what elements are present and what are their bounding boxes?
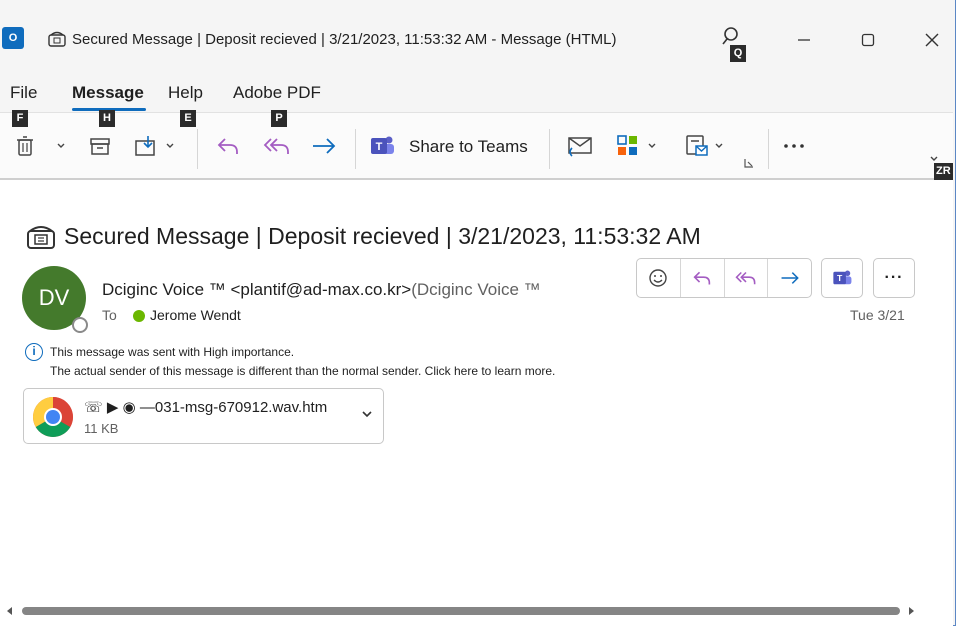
delete-dropdown[interactable] — [54, 139, 68, 153]
tab-message[interactable]: Message — [72, 83, 144, 103]
reading-pane: Secured Message | Deposit recieved | 3/2… — [0, 180, 953, 626]
window-title: Secured Message | Deposit recieved | 3/2… — [72, 31, 617, 48]
inline-forward-button[interactable] — [768, 259, 811, 297]
move-button[interactable] — [133, 133, 159, 159]
minimize-button[interactable] — [782, 20, 826, 60]
keytip-file: F — [12, 110, 28, 127]
ribbon-more-button[interactable] — [779, 133, 809, 159]
mark-unread-button[interactable] — [565, 133, 595, 159]
ribbon: F H E P T Share to Teams ZR — [0, 110, 953, 180]
categorize-button[interactable] — [614, 132, 642, 160]
message-subject: Secured Message | Deposit recieved | 3/2… — [64, 223, 701, 249]
more-options-icon — [784, 144, 804, 148]
chevron-down-icon — [57, 143, 65, 148]
save-mail-icon — [686, 135, 708, 156]
scroll-right-icon[interactable] — [906, 606, 916, 616]
tab-adobe-pdf[interactable]: Adobe PDF — [233, 83, 321, 103]
outlook-message-window: O Secured Message | Deposit recieved | 3… — [0, 0, 956, 626]
chevron-down-icon — [166, 143, 174, 148]
maximize-button[interactable] — [846, 20, 890, 60]
categorize-grid-icon — [617, 135, 637, 155]
microsoft-teams-icon: T — [371, 136, 394, 154]
ribbon-divider — [768, 129, 769, 169]
presence-status-icon — [72, 317, 88, 333]
tab-file[interactable]: File — [10, 83, 37, 103]
title-bar: O Secured Message | Deposit recieved | 3… — [0, 0, 956, 80]
ribbon-divider — [197, 129, 198, 169]
search-button[interactable]: Q — [720, 26, 748, 64]
svg-text:T: T — [376, 141, 383, 153]
archive-button[interactable] — [87, 133, 113, 159]
move-to-folder-icon — [135, 136, 155, 156]
phone-icon — [48, 31, 66, 47]
share-to-teams-button[interactable]: Share to Teams — [409, 137, 528, 157]
dialog-launcher-icon — [744, 159, 753, 168]
chevron-down-icon — [648, 143, 656, 148]
sender-display-tail: (Dciginc Voice ™ — [411, 280, 541, 299]
inline-share-teams-button[interactable]: T — [821, 258, 863, 298]
to-label: To — [102, 307, 117, 323]
scrollbar-thumb[interactable] — [22, 607, 900, 615]
inline-more-button[interactable]: ··· — [873, 258, 915, 298]
recipient-name[interactable]: Jerome Wendt — [150, 307, 241, 323]
reply-button[interactable] — [214, 133, 242, 159]
forward-button[interactable] — [310, 133, 338, 159]
keytip-ribbon: ZR — [934, 163, 953, 180]
reply-all-button[interactable] — [262, 133, 292, 159]
categorize-dropdown[interactable] — [645, 139, 659, 153]
horizontal-scrollbar[interactable] — [0, 604, 925, 618]
attachment-card[interactable]: ☏ ▶ ◉ —031-msg-670912.wav.htm 11 KB — [23, 388, 384, 444]
keytip-message: H — [99, 110, 115, 127]
attachment-size: 11 KB — [84, 421, 119, 436]
reply-all-icon — [735, 271, 756, 285]
delete-button[interactable] — [12, 133, 38, 159]
group-launcher-button[interactable] — [743, 157, 755, 169]
scroll-left-icon[interactable] — [5, 606, 15, 616]
info-icon: i — [25, 343, 43, 361]
trash-icon — [17, 136, 33, 156]
sender-address[interactable]: Dciginc Voice ™ <plantif@ad-max.co.kr> — [102, 280, 411, 299]
inline-reply-button[interactable] — [681, 259, 725, 297]
teams-icon-button[interactable]: T — [367, 132, 397, 160]
chevron-down-icon — [930, 156, 938, 161]
save-dropdown[interactable] — [712, 139, 726, 153]
chevron-down-icon — [715, 143, 723, 148]
smiley-icon — [649, 269, 668, 287]
svg-text:T: T — [837, 273, 843, 283]
close-button[interactable] — [910, 20, 954, 60]
close-icon — [925, 33, 939, 47]
keytip-search: Q — [730, 45, 746, 62]
move-dropdown[interactable] — [163, 139, 177, 153]
react-button[interactable] — [637, 259, 681, 297]
outlook-app-icon[interactable]: O — [2, 27, 24, 49]
reply-all-icon — [263, 138, 289, 154]
attachment-name: ☏ ▶ ◉ —031-msg-670912.wav.htm — [84, 399, 328, 416]
reply-icon — [217, 138, 238, 154]
ribbon-divider — [355, 129, 356, 169]
keytip-help: E — [180, 110, 196, 127]
ribbon-divider — [549, 129, 550, 169]
chevron-down-icon[interactable] — [360, 407, 374, 421]
sender-name[interactable]: Dciginc Voice ™ <plantif@ad-max.co.kr>(D… — [102, 280, 541, 300]
save-to-onenote-button[interactable] — [683, 132, 711, 160]
keytip-adobe-pdf: P — [271, 110, 287, 127]
forward-arrow-icon — [781, 272, 799, 284]
envelope-sync-icon — [568, 137, 592, 157]
recipient-presence-icon — [133, 310, 145, 322]
forward-arrow-icon — [313, 138, 336, 154]
microsoft-teams-icon: T — [833, 270, 852, 285]
minimize-icon — [798, 39, 810, 41]
reply-icon — [693, 271, 711, 285]
sender-warning-link[interactable]: The actual sender of this message is dif… — [50, 364, 555, 378]
importance-notice: This message was sent with High importan… — [50, 345, 295, 359]
message-date: Tue 3/21 — [850, 307, 905, 323]
message-action-bar — [636, 258, 812, 298]
chrome-browser-icon — [33, 397, 73, 437]
maximize-icon — [861, 33, 875, 47]
tab-help[interactable]: Help — [168, 83, 203, 103]
phone-icon — [27, 226, 55, 249]
inline-reply-all-button[interactable] — [725, 259, 769, 297]
archive-icon — [90, 138, 110, 155]
